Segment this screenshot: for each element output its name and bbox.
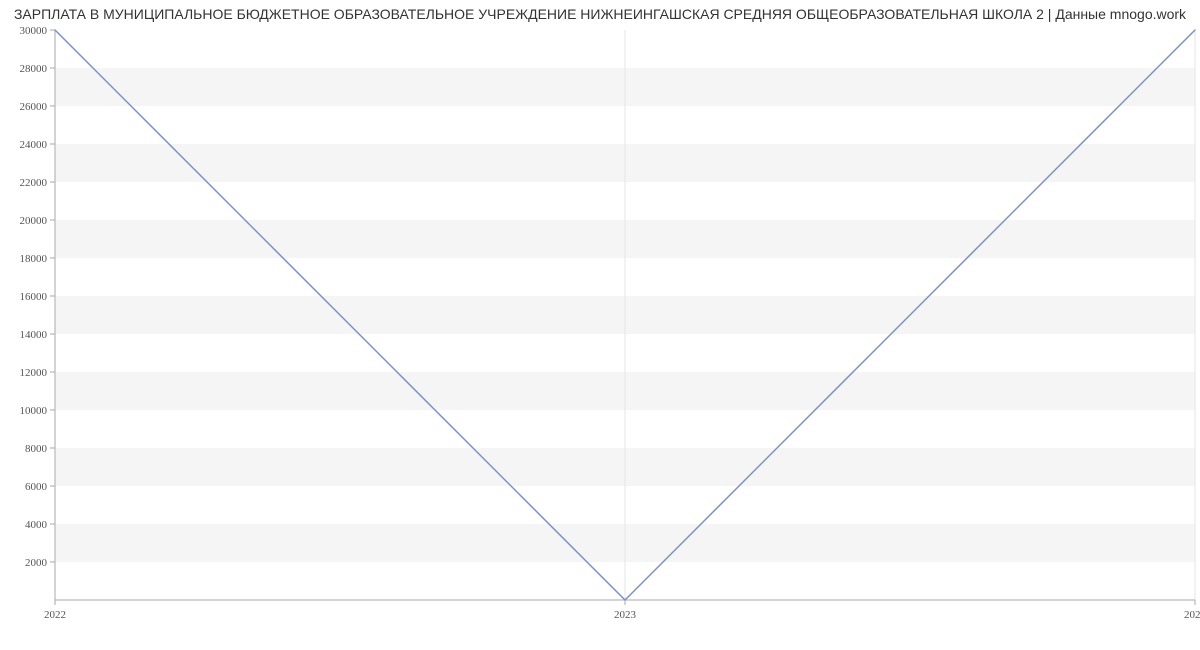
y-tick-label: 2000 [25, 557, 48, 569]
x-tick-label: 2022 [44, 609, 66, 621]
y-tick-label: 26000 [20, 101, 48, 113]
y-tick-label: 16000 [20, 291, 48, 303]
y-tick-label: 12000 [20, 367, 48, 379]
y-tick-label: 10000 [20, 405, 48, 417]
y-tick-label: 6000 [25, 481, 48, 493]
y-tick-label: 22000 [20, 177, 48, 189]
x-tick-label: 2023 [614, 609, 637, 621]
chart-svg: 2000 4000 6000 8000 10000 12000 14000 16000 1800… [0, 0, 1200, 650]
y-tick-label: 30000 [20, 25, 48, 37]
x-tick-label: 2024 [1184, 609, 1200, 621]
y-tick-label: 28000 [20, 63, 48, 75]
y-tick-label: 8000 [25, 443, 48, 455]
y-tick-label: 20000 [20, 215, 48, 227]
y-tick-label: 24000 [20, 139, 48, 151]
y-tick-label: 4000 [25, 519, 48, 531]
y-tick-label: 14000 [20, 329, 48, 341]
chart-container: ЗАРПЛАТА В МУНИЦИПАЛЬНОЕ БЮДЖЕТНОЕ ОБРАЗ… [0, 0, 1200, 650]
y-tick-label: 18000 [20, 253, 48, 265]
